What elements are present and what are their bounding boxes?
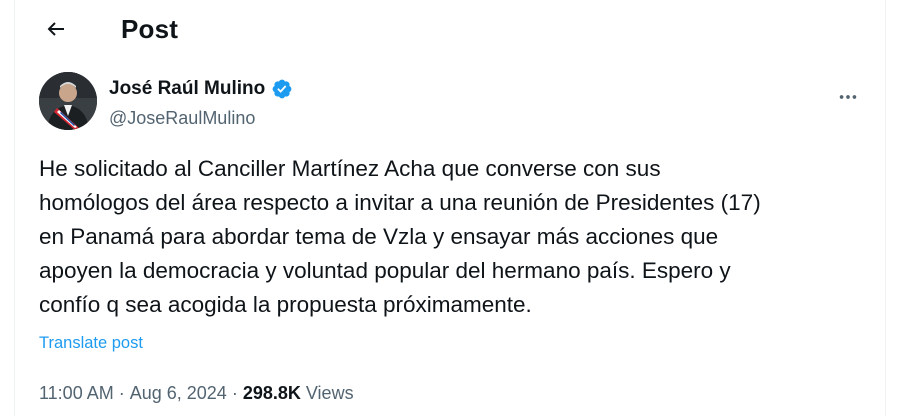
post-text-line: confío q sea acogida la propuesta próxim… (39, 292, 532, 317)
post-text: He solicitado al Canciller Martínez Acha… (39, 152, 859, 322)
meta-separator: · (231, 383, 238, 403)
post-author: José Raúl Mulino @JoseRaulMulino (39, 72, 879, 136)
arrow-left-icon (47, 22, 64, 36)
author-name-line: José Raúl Mulino (109, 78, 293, 100)
back-button[interactable] (39, 12, 73, 46)
author-handle[interactable]: @JoseRaulMulino (109, 108, 255, 129)
page-title: Post (121, 14, 179, 44)
post-text-line: He solicitado al Canciller Martínez Acha… (39, 156, 661, 181)
post-detail-panel: Post José Raúl Mulino @JoseRaulMulino He… (14, 0, 886, 416)
avatar[interactable] (39, 72, 97, 130)
verified-badge-icon (272, 79, 292, 99)
post-text-line: apoyen la democracia y voluntad popular … (39, 258, 731, 283)
views-count: 298.8K (242, 383, 301, 403)
page-header: Post (15, 0, 885, 62)
post-metadata: 11:00 AM · Aug 6, 2024 · 298.8K Views (39, 383, 354, 404)
views-label: Views (305, 383, 354, 403)
meta-separator: · (118, 383, 125, 403)
post-time[interactable]: 11:00 AM (39, 383, 114, 403)
post-date[interactable]: Aug 6, 2024 (130, 383, 227, 403)
post-text-line: en Panamá para abordar tema de Vzla y en… (39, 224, 719, 249)
translate-post-link[interactable]: Translate post (39, 334, 143, 353)
post-text-line: homólogos del área respecto a invitar a … (39, 190, 761, 215)
author-display-name[interactable]: José Raúl Mulino (109, 78, 265, 100)
more-options-button[interactable] (831, 80, 865, 114)
more-horizontal-icon (839, 95, 857, 99)
